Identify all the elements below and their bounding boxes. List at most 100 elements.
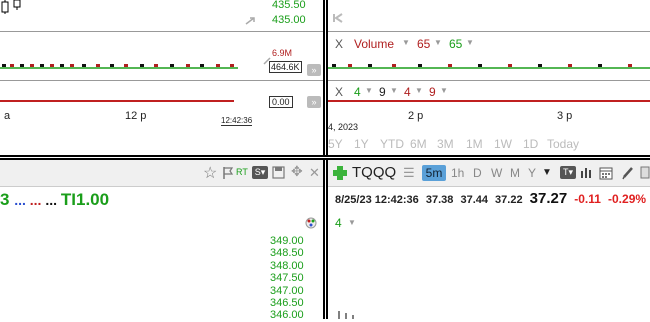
interval-5m[interactable]: 5m (422, 165, 446, 181)
bottom-left-chart-panel: ☆ RT S▾ ✥ ✕ 3 ... ... ... TI1.00 349.00 … (0, 160, 323, 322)
title-dots: ... ... ... (14, 192, 57, 208)
range-today[interactable]: Today (547, 137, 579, 151)
quote-change: -0.11 (574, 192, 601, 206)
study-param[interactable]: 4 (404, 85, 411, 99)
range-ytd[interactable]: YTD (380, 137, 404, 151)
candles (1, 0, 21, 14)
interval-w[interactable]: W (491, 166, 502, 180)
link-arrows-icon[interactable] (330, 10, 346, 26)
volume-label-high: 6.9M (272, 48, 293, 58)
indicator-line (0, 100, 234, 102)
settings-icon[interactable]: S▾ (252, 166, 268, 179)
price-label-435-00: 435.00 (272, 14, 306, 26)
study-param[interactable]: 4 (354, 85, 361, 99)
pane-separator (328, 80, 650, 81)
interval-y[interactable]: Y (528, 166, 536, 180)
chevron-down-icon[interactable]: ▼ (348, 218, 356, 227)
star-icon[interactable]: ☆ (203, 163, 217, 183)
price-label: 346.00 (270, 309, 304, 322)
extra-toolbar-icon[interactable] (640, 166, 650, 179)
volume-bars (0, 64, 238, 69)
range-5y[interactable]: 5Y (328, 137, 343, 151)
price-label: 347.50 (270, 272, 304, 285)
quote-line: 8/25/23 12:42:36 37.38 37.44 37.22 37.27… (335, 190, 650, 208)
remove-study-button[interactable]: X (335, 85, 343, 99)
candle-stub (338, 311, 354, 319)
quote-datetime: 8/25/23 12:42:36 (335, 194, 419, 206)
chevron-down-icon[interactable]: ▼ (402, 38, 410, 47)
time-axis-label: a (4, 110, 11, 122)
time-axis-label: 2 p (408, 110, 424, 122)
collapse-pane-button[interactable]: » (307, 64, 321, 76)
bar-chart-icon[interactable] (580, 166, 594, 179)
interval-1h[interactable]: 1h (451, 166, 464, 180)
price-label: 346.50 (270, 296, 304, 309)
range-1m[interactable]: 1M (466, 137, 483, 151)
top-right-chart-panel: X Volume ▼ 65 ▼ 65 ▼ X 4 ▼ 9 ▼ 4 ▼ 9 ▼ 2… (328, 0, 650, 155)
bottom-right-chart-panel: TQQQ ☰ 5m 1h D W M Y ▼ T▾ 8/25/23 12:42:… (328, 160, 650, 319)
quote-last: 37.27 (529, 190, 568, 207)
add-symbol-icon[interactable] (332, 165, 348, 181)
chevron-down-icon[interactable]: ▼ (390, 86, 398, 95)
time-axis-label: 3 p (557, 110, 573, 122)
price-label: 347.00 (270, 284, 304, 297)
volume-label-value: 464.6K (269, 61, 302, 73)
date-axis-label: 4, 2023 (328, 122, 359, 132)
indicator-value-label: 0.00 (269, 96, 293, 108)
range-1d[interactable]: 1D (523, 137, 538, 151)
time-axis-label: 12 p (125, 110, 147, 122)
quote-low: 37.22 (495, 194, 523, 206)
remove-study-button[interactable]: X (335, 37, 343, 51)
study-param[interactable]: 4 (335, 216, 342, 230)
save-icon[interactable] (272, 166, 285, 179)
time-cursor-label: 12:42:36 (221, 116, 253, 126)
chevron-down-icon[interactable]: ▼ (466, 38, 474, 47)
chevron-down-icon[interactable]: ▼ (434, 38, 442, 47)
pane-separator (0, 31, 323, 32)
price-label: 349.00 (270, 235, 304, 247)
color-palette-icon[interactable] (305, 217, 317, 229)
draw-pencil-icon[interactable] (621, 165, 635, 180)
panel-title: 3 ... ... ... TI1.00 (0, 190, 109, 210)
chart-type-icon[interactable]: T▾ (560, 166, 576, 179)
study-param[interactable]: 9 (429, 85, 436, 99)
volume-bars (328, 64, 650, 69)
top-left-chart-panel: 435.50 435.00 6.9M 464.6K » 0.00 » a 12 … (0, 0, 323, 155)
price-label: 348.00 (270, 259, 304, 272)
chevron-down-icon[interactable]: ▼ (415, 86, 423, 95)
study-param[interactable]: 9 (379, 85, 386, 99)
study-name-volume[interactable]: Volume (354, 37, 394, 51)
range-1w[interactable]: 1W (494, 137, 512, 151)
arrow-marker-icon (245, 17, 255, 25)
interval-d[interactable]: D (473, 166, 482, 180)
price-label: 348.50 (270, 247, 304, 260)
title-prefix: 3 (0, 190, 10, 209)
realtime-toggle[interactable]: RT (236, 167, 248, 177)
study-param[interactable]: 65 (417, 37, 430, 51)
chevron-down-icon[interactable]: ▼ (440, 86, 448, 95)
price-axis: 349.00 348.50 348.00 347.50 347.00 346.5… (270, 235, 320, 322)
price-label-435-50: 435.50 (272, 0, 306, 11)
pane-separator (328, 31, 650, 32)
pane-separator (0, 80, 323, 81)
chevron-down-icon[interactable]: ▼ (542, 167, 552, 178)
close-icon[interactable]: ✕ (309, 165, 320, 181)
quote-change-pct: -0.29% (608, 192, 647, 206)
range-6m[interactable]: 6M (410, 137, 427, 151)
study-param[interactable]: 65 (449, 37, 462, 51)
collapse-pane-button[interactable]: » (307, 96, 321, 108)
quote-high: 37.44 (460, 194, 488, 206)
range-1y[interactable]: 1Y (354, 137, 369, 151)
calendar-icon[interactable] (599, 165, 613, 180)
range-selector: 5Y 1Y YTD 6M 3M 1M 1W 1D Today (328, 137, 650, 153)
arrow-marker-icon (263, 57, 271, 65)
move-icon[interactable]: ✥ (291, 163, 303, 180)
range-3m[interactable]: 3M (437, 137, 454, 151)
indicator-line (328, 100, 650, 102)
flag-icon[interactable] (222, 166, 234, 180)
interval-m[interactable]: M (510, 166, 520, 180)
menu-icon[interactable]: ☰ (403, 165, 415, 181)
chevron-down-icon[interactable]: ▼ (365, 86, 373, 95)
quote-open: 37.38 (425, 194, 454, 206)
symbol-label[interactable]: TQQQ (352, 164, 396, 181)
